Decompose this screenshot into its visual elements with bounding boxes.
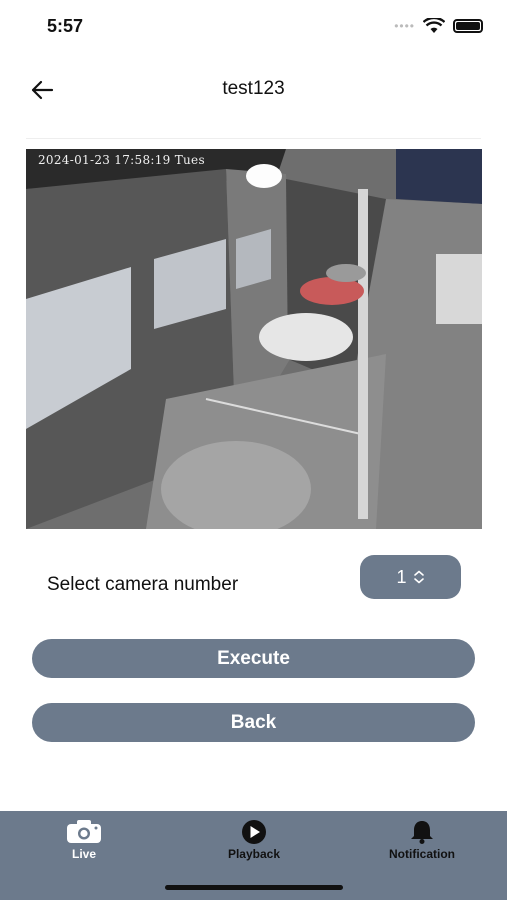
tab-live[interactable]: Live	[24, 819, 144, 861]
camera-feed[interactable]: 2024-01-23 17:58:19 Tues	[26, 149, 482, 529]
home-indicator	[165, 885, 343, 890]
cellular-signal-icon: ••••	[394, 19, 415, 33]
camera-icon	[67, 820, 101, 843]
nav-header: test123	[0, 62, 507, 120]
status-bar: 5:57 ••••	[0, 0, 507, 54]
camera-timestamp: 2024-01-23 17:58:19 Tues	[38, 153, 205, 167]
bell-icon	[411, 821, 433, 844]
status-time: 5:57	[47, 16, 84, 36]
camera-number-value: 1	[396, 566, 407, 587]
tab-live-label: Live	[71, 847, 96, 861]
page-title: test123	[222, 78, 285, 99]
select-camera-label: Select camera number	[47, 574, 239, 595]
tab-notification-label: Notification	[389, 847, 455, 861]
battery-icon	[453, 19, 483, 33]
status-icons: ••••	[394, 18, 483, 34]
wifi-icon	[423, 18, 445, 33]
tab-playback-label: Playback	[227, 847, 281, 861]
camera-feed-image	[26, 149, 482, 529]
play-icon	[242, 820, 266, 844]
camera-number-stepper[interactable]: 1	[360, 555, 461, 599]
tab-playback[interactable]: Playback	[194, 819, 314, 861]
execute-button[interactable]: Execute	[32, 639, 475, 678]
back-button[interactable]: Back	[32, 703, 475, 742]
header-divider	[26, 138, 481, 139]
up-down-chevron-icon	[413, 570, 424, 584]
tab-notification[interactable]: Notification	[362, 819, 482, 861]
